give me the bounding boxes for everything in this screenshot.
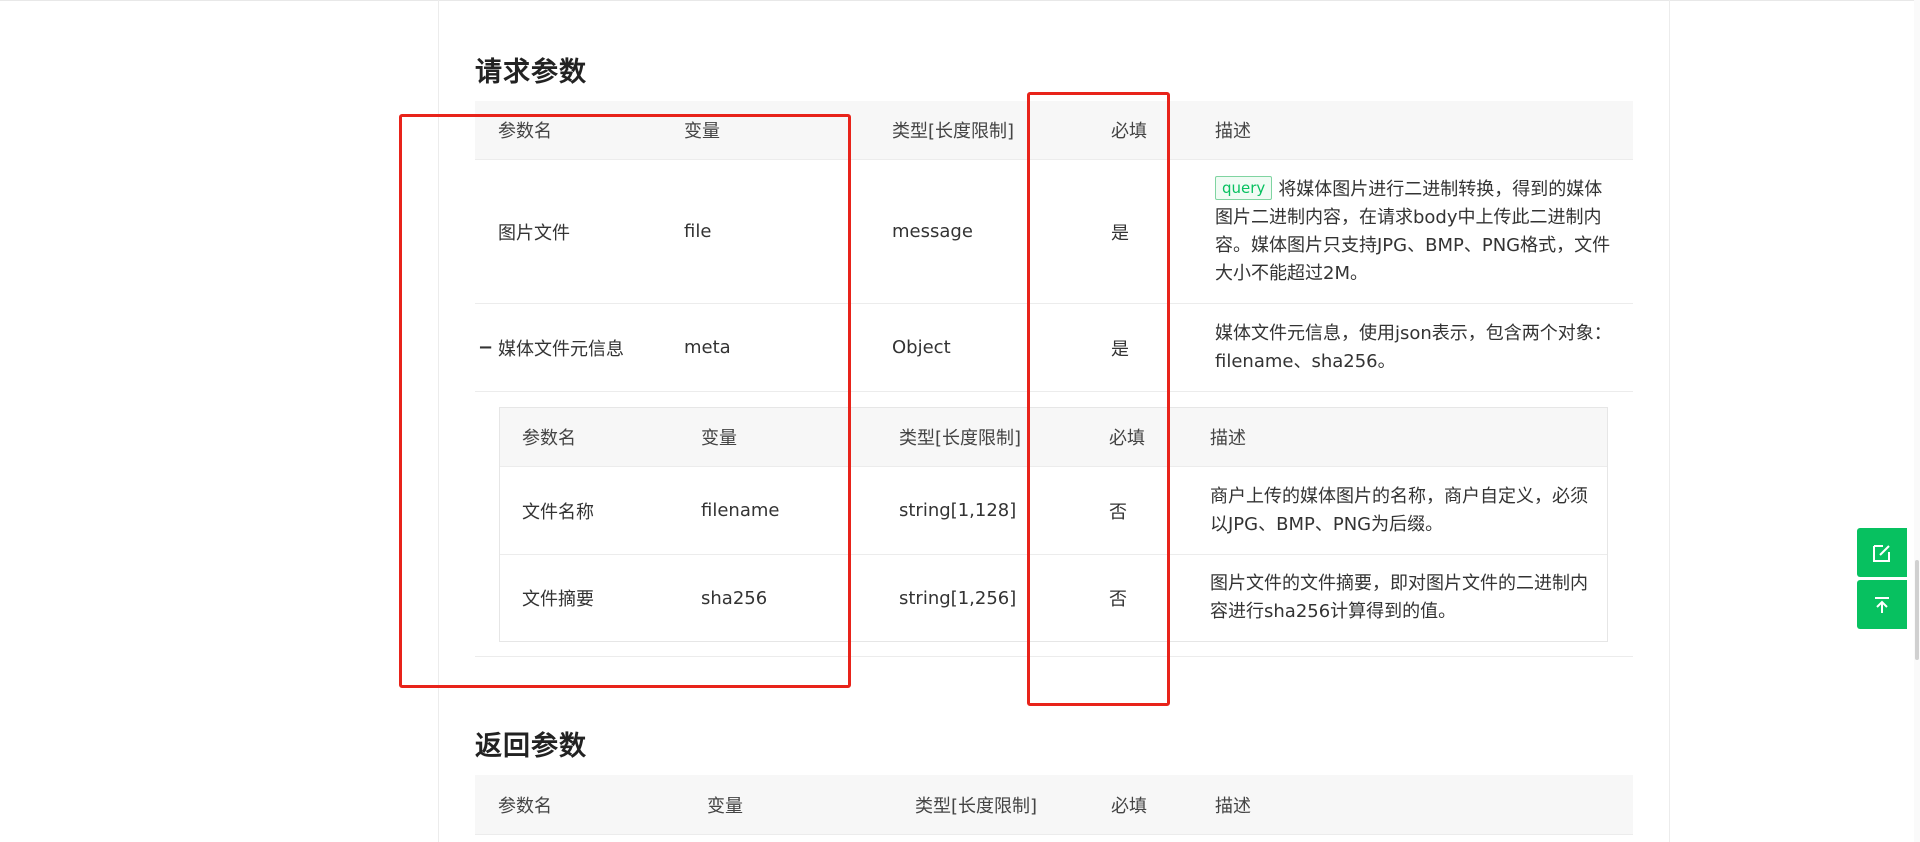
- param-type: message: [892, 221, 973, 242]
- param-description-cell: query 将媒体图片进行二进制转换，得到的媒体图片二进制内容，在请求body中上…: [1215, 160, 1620, 303]
- sub-col-header-description: 描述: [1210, 428, 1246, 449]
- back-to-top-button[interactable]: [1857, 580, 1907, 629]
- annotation-box-name-variable: [399, 114, 851, 688]
- col-header-description: 描述: [1215, 121, 1251, 142]
- col-header-name: 参数名: [498, 795, 552, 817]
- col-header-variable: 变量: [707, 795, 743, 817]
- param-type: Object: [892, 337, 951, 358]
- param-type: string[1,256]: [899, 587, 1017, 609]
- edit-icon: [1873, 544, 1890, 562]
- annotation-box-required: [1027, 92, 1170, 706]
- response-params-table: 参数名 变量 类型[长度限制] 必填 描述: [475, 775, 1633, 835]
- feedback-button[interactable]: [1857, 528, 1907, 577]
- col-header-type: 类型[长度限制]: [915, 795, 1038, 817]
- request-params-title: 请求参数: [475, 57, 587, 88]
- col-header-type: 类型[长度限制]: [892, 121, 1015, 142]
- param-description: 商户上传的媒体图片的名称，商户自定义，必须以JPG、BMP、PNG为后缀。: [1210, 485, 1588, 535]
- back-to-top-icon: [1875, 596, 1889, 613]
- response-params-title: 返回参数: [475, 731, 587, 762]
- param-description: 图片文件的文件摘要，即对图片文件的二进制内容进行sha256计算得到的值。: [1210, 573, 1588, 622]
- sub-col-header-type: 类型[长度限制]: [899, 428, 1022, 449]
- scrollbar-thumb[interactable]: [1915, 560, 1919, 660]
- param-type: string[1,128]: [899, 500, 1017, 521]
- table-header: 参数名 变量 类型[长度限制] 必填 描述: [475, 775, 1633, 835]
- col-header-required: 必填: [1111, 795, 1147, 817]
- param-description: 媒体文件元信息，使用json表示，包含两个对象：filename、sha256。: [1215, 322, 1612, 372]
- col-header-description: 描述: [1215, 795, 1251, 817]
- param-description-cell: 图片文件的文件摘要，即对图片文件的二进制内容进行sha256计算得到的值。: [1210, 555, 1595, 641]
- param-description-cell: 媒体文件元信息，使用json表示，包含两个对象：filename、sha256。: [1215, 304, 1620, 391]
- page-scrollbar[interactable]: [1914, 0, 1920, 842]
- query-tag: query: [1215, 175, 1273, 200]
- param-description-cell: 商户上传的媒体图片的名称，商户自定义，必须以JPG、BMP、PNG为后缀。: [1210, 467, 1595, 554]
- param-description: 将媒体图片进行二进制转换，得到的媒体图片二进制内容，在请求body中上传此二进制…: [1215, 178, 1611, 284]
